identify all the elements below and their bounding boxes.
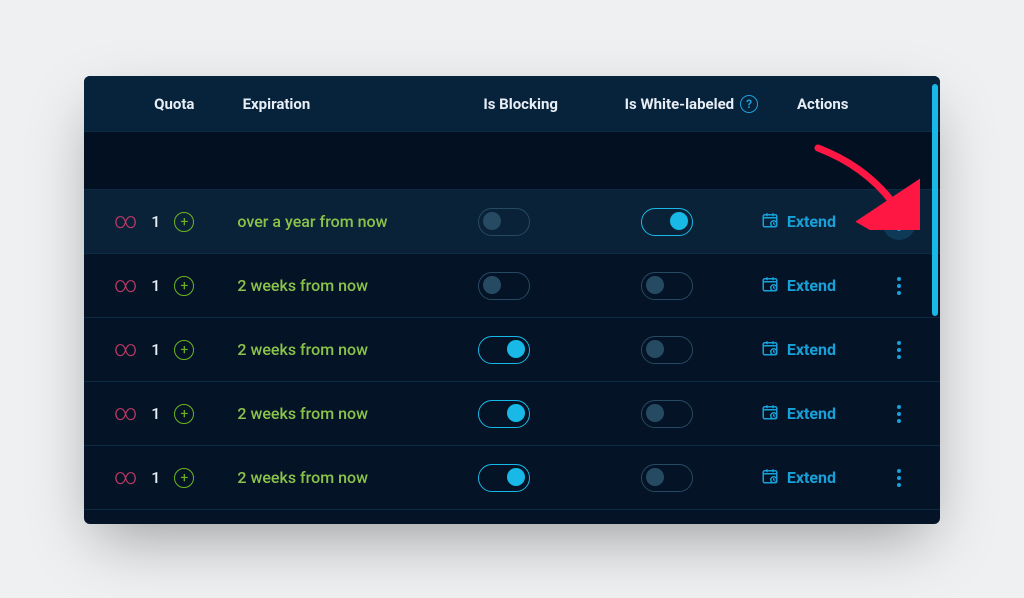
- quota-count: 1: [151, 468, 160, 487]
- white-label-toggle[interactable]: [641, 272, 693, 300]
- extend-button[interactable]: Extend: [787, 340, 836, 359]
- add-quota-button[interactable]: +: [174, 276, 194, 296]
- infinity-icon: ∞: [114, 465, 137, 490]
- table-row: ∞ 1 + over a year from now Extend: [84, 190, 940, 254]
- table-row: ∞ 1 + 2 weeks from now Extend: [84, 318, 940, 382]
- blocking-toggle[interactable]: [478, 336, 530, 364]
- extend-button[interactable]: Extend: [787, 404, 836, 423]
- add-quota-button[interactable]: +: [174, 340, 194, 360]
- help-icon[interactable]: ?: [740, 95, 758, 113]
- expiration-text: over a year from now: [237, 212, 433, 231]
- kebab-icon: [897, 277, 901, 295]
- white-label-toggle[interactable]: [641, 336, 693, 364]
- infinity-icon: ∞: [114, 401, 137, 426]
- blocking-toggle[interactable]: [478, 464, 530, 492]
- calendar-extend-icon: [761, 339, 779, 361]
- column-header-actions: Actions: [789, 95, 916, 113]
- kebab-icon: [897, 469, 901, 487]
- add-quota-button[interactable]: +: [174, 468, 194, 488]
- column-header-white: Is White-labeled ?: [594, 95, 789, 113]
- column-header-white-label: Is White-labeled: [625, 95, 734, 113]
- expiration-text: 2 weeks from now: [237, 404, 433, 423]
- kebab-icon: [897, 341, 901, 359]
- table-row: ∞ 1 + 2 weeks from now Extend: [84, 446, 940, 510]
- white-label-toggle[interactable]: [641, 400, 693, 428]
- table-row: ∞ 1 + 2 weeks from now Extend: [84, 382, 940, 446]
- licenses-table: Quota Expiration Is Blocking Is White-la…: [84, 76, 940, 524]
- row-menu-button[interactable]: [882, 460, 916, 496]
- expiration-text: 2 weeks from now: [237, 340, 433, 359]
- blocking-toggle[interactable]: [478, 272, 530, 300]
- column-header-expiration: Expiration: [243, 95, 448, 113]
- extend-button[interactable]: Extend: [787, 468, 836, 487]
- quota-count: 1: [151, 212, 160, 231]
- table-header: Quota Expiration Is Blocking Is White-la…: [84, 76, 940, 132]
- infinity-icon: ∞: [114, 337, 137, 362]
- blocking-toggle[interactable]: [478, 208, 530, 236]
- extend-button[interactable]: Extend: [787, 212, 836, 231]
- quota-count: 1: [151, 340, 160, 359]
- group-header-row: [84, 132, 940, 190]
- calendar-extend-icon: [761, 403, 779, 425]
- extend-button[interactable]: Extend: [787, 276, 836, 295]
- row-menu-button[interactable]: [882, 204, 916, 240]
- quota-count: 1: [151, 404, 160, 423]
- white-label-toggle[interactable]: [641, 208, 693, 236]
- calendar-extend-icon: [761, 211, 779, 233]
- infinity-icon: ∞: [114, 273, 137, 298]
- quota-count: 1: [151, 276, 160, 295]
- row-menu-button[interactable]: [882, 268, 916, 304]
- kebab-icon: [897, 405, 901, 423]
- kebab-icon: [897, 213, 901, 231]
- infinity-icon: ∞: [114, 209, 137, 234]
- calendar-extend-icon: [761, 467, 779, 489]
- row-menu-button[interactable]: [882, 332, 916, 368]
- blocking-toggle[interactable]: [478, 400, 530, 428]
- table-row: ∞ 1 + 2 weeks from now Extend: [84, 254, 940, 318]
- row-menu-button[interactable]: [882, 396, 916, 432]
- add-quota-button[interactable]: +: [174, 404, 194, 424]
- white-label-toggle[interactable]: [641, 464, 693, 492]
- expiration-text: 2 weeks from now: [237, 276, 433, 295]
- expiration-text: 2 weeks from now: [237, 468, 433, 487]
- add-quota-button[interactable]: +: [174, 212, 194, 232]
- column-header-blocking: Is Blocking: [447, 95, 593, 113]
- column-header-quota: Quota: [96, 95, 243, 113]
- calendar-extend-icon: [761, 275, 779, 297]
